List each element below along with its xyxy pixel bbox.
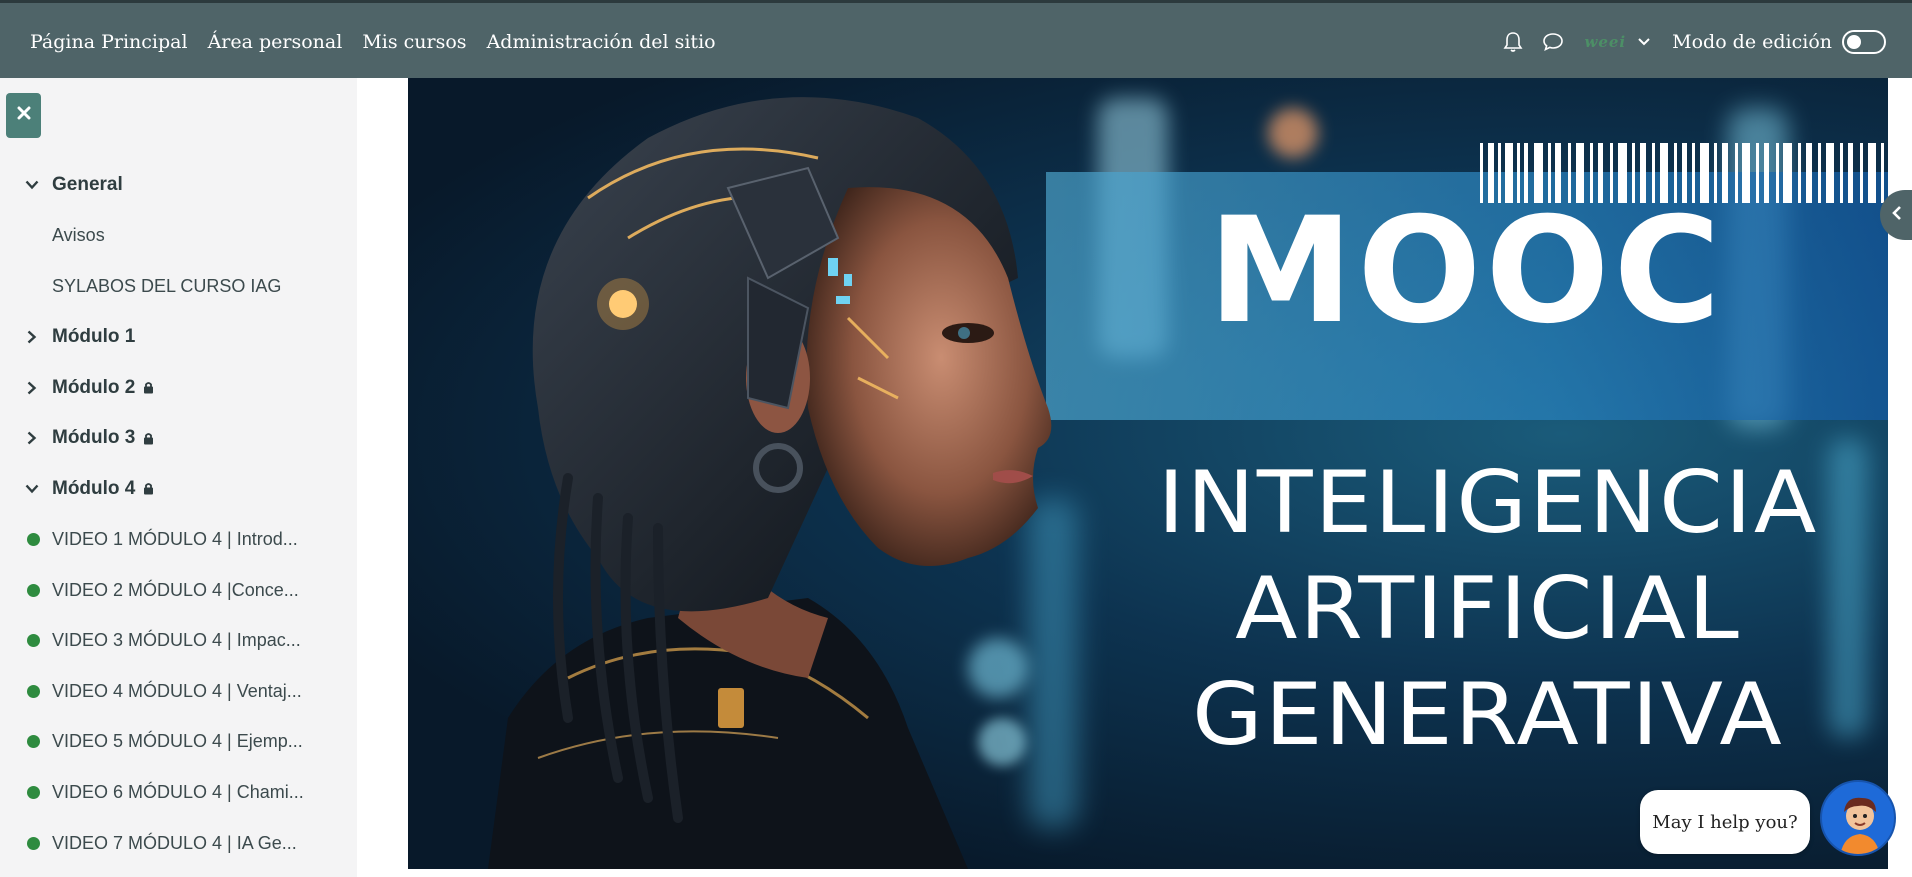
- toggle-knob: [1847, 35, 1861, 49]
- navbar-user-area: weei Modo de edición: [1500, 3, 1886, 81]
- chat-assistant-avatar[interactable]: [1820, 780, 1896, 856]
- completion-dot-icon: [27, 836, 40, 850]
- chat-prompt-bubble[interactable]: May I help you?: [1640, 790, 1810, 854]
- chevron-right-icon[interactable]: [24, 430, 40, 446]
- completion-dot-icon: [27, 583, 40, 597]
- close-icon: [17, 106, 31, 125]
- section-general[interactable]: General: [0, 160, 357, 211]
- banner-subtitle-line-3: GENERATIVA: [1192, 665, 1784, 765]
- bokeh-light: [1268, 108, 1318, 158]
- user-menu-toggle[interactable]: weei: [1584, 33, 1650, 51]
- primary-navigation: Página Principal Área personal Mis curso…: [30, 3, 716, 81]
- lock-icon: [143, 482, 154, 495]
- banner-title: MOOC: [1208, 186, 1725, 356]
- completion-dot-icon: [27, 785, 40, 799]
- chevron-down-icon: [1638, 33, 1650, 51]
- chat-icon[interactable]: [1540, 29, 1566, 55]
- completion-dot-icon: [27, 735, 40, 749]
- section-label: General: [52, 174, 123, 196]
- section-label-wrap: Módulo 4: [52, 478, 154, 500]
- activity-link-video-1[interactable]: VIDEO 1 MÓDULO 4 | Introd...: [0, 514, 357, 565]
- activity-link-video-4[interactable]: VIDEO 4 MÓDULO 4 | Ventaj...: [0, 666, 357, 717]
- course-index-drawer: General Avisos SYLABOS DEL CURSO IAG Mód…: [0, 78, 357, 877]
- activity-label: Avisos: [52, 225, 105, 246]
- section-module-2[interactable]: Módulo 2: [0, 362, 357, 413]
- activity-label: VIDEO 6 MÓDULO 4 | Chami...: [52, 781, 304, 802]
- chevron-right-icon[interactable]: [24, 380, 40, 396]
- activity-label: VIDEO 5 MÓDULO 4 | Ejemp...: [52, 731, 303, 752]
- banner-subtitle-line-1: INTELIGENCIA: [1157, 453, 1819, 553]
- activity-link-syllabus[interactable]: SYLABOS DEL CURSO IAG: [0, 261, 357, 312]
- chevron-right-icon[interactable]: [24, 329, 40, 345]
- nav-link-my-courses[interactable]: Mis cursos: [362, 31, 466, 53]
- nav-link-site-admin[interactable]: Administración del sitio: [487, 31, 716, 53]
- close-drawer-button[interactable]: [6, 93, 41, 138]
- course-index: General Avisos SYLABOS DEL CURSO IAG Mód…: [0, 160, 357, 868]
- section-label-wrap: Módulo 3: [52, 427, 154, 449]
- activity-label: VIDEO 3 MÓDULO 4 | Impac...: [52, 630, 301, 651]
- course-banner-image: MOOC INTELIGENCIA ARTIFICIAL GENERATIVA: [408, 78, 1888, 869]
- activity-label: VIDEO 1 MÓDULO 4 | Introd...: [52, 528, 298, 549]
- edit-mode-label: Modo de edición: [1672, 31, 1832, 53]
- completion-dot-icon: [27, 532, 40, 546]
- activity-label: VIDEO 7 MÓDULO 4 | IA Ge...: [52, 832, 297, 853]
- section-module-1[interactable]: Módulo 1: [0, 312, 357, 363]
- user-avatar-logo: weei: [1584, 33, 1627, 51]
- section-label-wrap: Módulo 2: [52, 377, 154, 399]
- section-label: Módulo 3: [52, 427, 136, 449]
- activity-link-video-2[interactable]: VIDEO 2 MÓDULO 4 |Conce...: [0, 565, 357, 616]
- nav-link-home[interactable]: Página Principal: [30, 31, 188, 53]
- chat-prompt-text: May I help you?: [1652, 811, 1798, 833]
- completion-dot-icon: [27, 634, 40, 648]
- activity-link-video-5[interactable]: VIDEO 5 MÓDULO 4 | Ejemp...: [0, 717, 357, 768]
- banner-subtitle-line-2: ARTIFICIAL: [1235, 559, 1741, 659]
- bell-icon[interactable]: [1500, 29, 1526, 55]
- activity-link-video-3[interactable]: VIDEO 3 MÓDULO 4 | Impac...: [0, 615, 357, 666]
- chevron-down-icon[interactable]: [24, 481, 40, 497]
- section-label: Módulo 1: [52, 326, 136, 348]
- top-navbar: Página Principal Área personal Mis curso…: [0, 0, 1912, 78]
- activity-link-video-7[interactable]: VIDEO 7 MÓDULO 4 | IA Ge...: [0, 818, 357, 869]
- chevron-down-icon[interactable]: [24, 177, 40, 193]
- section-label: Módulo 4: [52, 477, 136, 499]
- activity-label: SYLABOS DEL CURSO IAG: [52, 275, 282, 296]
- section-module-4[interactable]: Módulo 4: [0, 464, 357, 515]
- section-label: Módulo 2: [52, 376, 136, 398]
- activity-link-video-6[interactable]: VIDEO 6 MÓDULO 4 | Chami...: [0, 767, 357, 818]
- activity-link-announcements[interactable]: Avisos: [0, 211, 357, 262]
- lock-icon: [143, 432, 154, 445]
- section-module-3[interactable]: Módulo 3: [0, 413, 357, 464]
- activity-label: VIDEO 2 MÓDULO 4 |Conce...: [52, 579, 299, 600]
- edit-mode-toggle[interactable]: [1842, 30, 1886, 54]
- nav-link-dashboard[interactable]: Área personal: [208, 31, 343, 53]
- completion-dot-icon: [27, 684, 40, 698]
- lock-icon: [143, 381, 154, 394]
- activity-label: VIDEO 4 MÓDULO 4 | Ventaj...: [52, 680, 302, 701]
- cyborg-woman-illustration: [488, 97, 1052, 869]
- chevron-left-icon: [1892, 205, 1902, 226]
